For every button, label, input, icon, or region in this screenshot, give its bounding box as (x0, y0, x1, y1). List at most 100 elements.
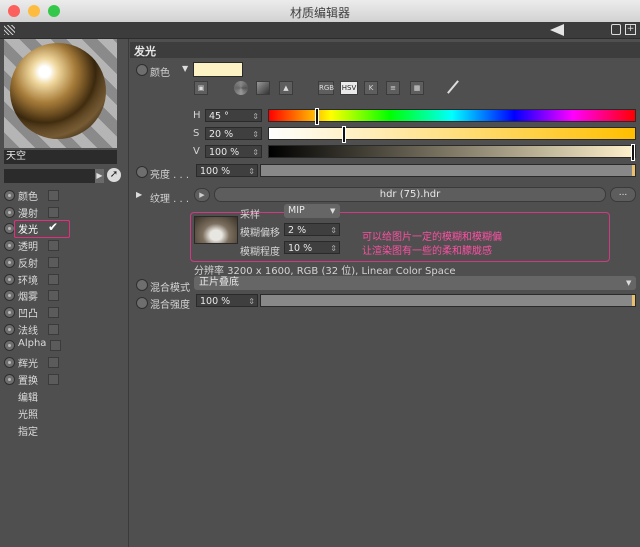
blur-offset-label: 模糊偏移 (240, 228, 280, 239)
extra-item[interactable]: 指定 (18, 423, 38, 438)
channel-row[interactable]: 法线 (4, 321, 124, 338)
brightness-input[interactable]: 100 % (196, 164, 258, 178)
texture-thumbnail[interactable] (194, 216, 238, 244)
brightness-slider[interactable] (260, 164, 636, 177)
channel-anim-radio[interactable] (4, 290, 15, 302)
play-arrow-icon[interactable]: ▶ (95, 169, 104, 183)
s-slider-handle[interactable] (342, 126, 346, 143)
channel-checkbox[interactable] (50, 340, 61, 352)
highlight-annotation-box (14, 220, 70, 238)
channel-checkbox[interactable] (48, 290, 59, 302)
channel-label[interactable]: 辉光 (18, 355, 38, 370)
channel-checkbox[interactable] (48, 190, 59, 201)
channel-checkbox[interactable] (48, 256, 59, 268)
s-slider[interactable] (268, 126, 636, 143)
texture-menu-button[interactable]: ▶ (194, 188, 210, 202)
channel-checkbox[interactable] (48, 323, 59, 335)
h-input[interactable]: 45 ° (205, 109, 262, 123)
channel-checkbox[interactable] (48, 273, 59, 285)
h-slider-handle[interactable] (315, 108, 319, 125)
v-slider[interactable] (268, 144, 636, 161)
channel-label[interactable]: 置换 (18, 372, 38, 387)
channel-anim-radio[interactable] (4, 340, 15, 352)
texture-more-button[interactable]: ... (610, 187, 636, 202)
blur-scale-input[interactable]: 10 % (284, 241, 340, 255)
channel-row[interactable]: Alpha (4, 337, 124, 354)
channel-label[interactable]: 透明 (18, 238, 38, 253)
channel-row[interactable]: 置换 (4, 371, 124, 388)
brightness-anim-radio[interactable] (136, 166, 148, 178)
channel-label[interactable]: Alpha (18, 338, 46, 349)
channel-label[interactable]: 烟雾 (18, 288, 38, 303)
v-input[interactable]: 100 % (205, 145, 262, 159)
extra-item[interactable]: 编辑 (18, 389, 38, 404)
h-slider[interactable] (268, 108, 636, 125)
channel-label[interactable]: 反射 (18, 255, 38, 270)
mixer-icon[interactable]: ≡ (386, 81, 400, 95)
s-input[interactable]: 20 % (205, 127, 262, 141)
blur-offset-input[interactable]: 2 % (284, 223, 340, 237)
channel-row[interactable]: 反射 (4, 254, 124, 271)
mix-strength-input[interactable]: 100 % (196, 294, 258, 308)
channel-anim-radio[interactable] (4, 273, 15, 285)
channel-anim-radio[interactable] (4, 323, 15, 335)
new-panel-icon[interactable]: + (625, 24, 636, 35)
sampling-dropdown-arrow-icon[interactable]: ▼ (330, 204, 335, 218)
spectrum-icon[interactable] (256, 81, 270, 95)
grip-icon[interactable] (4, 25, 15, 35)
mix-mode-dropdown[interactable]: 正片叠底 (194, 276, 636, 290)
channel-row[interactable]: 透明 (4, 237, 124, 254)
channel-label[interactable]: 漫射 (18, 205, 38, 220)
v-slider-handle[interactable] (631, 144, 635, 161)
lock-icon[interactable] (611, 24, 621, 35)
channel-label[interactable]: 法线 (18, 322, 38, 337)
swatches-icon[interactable]: ▦ (410, 81, 424, 95)
channel-label[interactable]: 环境 (18, 272, 38, 287)
mix-mode-dropdown-arrow-icon[interactable]: ▼ (626, 276, 631, 290)
picker-image-icon[interactable]: ▣ (194, 81, 208, 95)
channel-label[interactable]: 颜色 (18, 188, 38, 203)
mix-mode-anim-radio[interactable] (136, 279, 148, 291)
picture-icon[interactable]: ▲ (279, 81, 293, 95)
channel-anim-radio[interactable] (4, 357, 15, 368)
channel-checkbox[interactable] (48, 306, 59, 318)
color-wheel-icon[interactable] (234, 81, 248, 95)
mode-rgb-button[interactable]: RGB (318, 81, 334, 95)
mode-hsv-button[interactable]: HSV (340, 81, 358, 95)
channel-anim-radio[interactable] (4, 206, 15, 218)
material-preview[interactable] (4, 39, 117, 148)
channel-row[interactable]: 烟雾 (4, 287, 124, 304)
channel-row[interactable]: 环境 (4, 271, 124, 288)
mix-strength-slider[interactable] (260, 294, 636, 307)
channel-row[interactable]: 漫射 (4, 204, 124, 221)
channel-anim-radio[interactable] (4, 190, 15, 201)
mix-strength-anim-radio[interactable] (136, 297, 148, 309)
eyedropper-icon[interactable] (447, 80, 459, 94)
channel-anim-radio[interactable] (4, 240, 15, 252)
channel-checkbox[interactable] (48, 240, 59, 252)
pointer-tool-icon[interactable]: ➚ (107, 168, 121, 182)
channel-checkbox[interactable] (48, 206, 59, 218)
color-label: 颜色 (150, 68, 170, 79)
extra-item[interactable]: 光照 (18, 406, 38, 421)
channel-anim-radio[interactable] (4, 306, 15, 318)
color-anim-radio[interactable] (136, 64, 148, 76)
mode-k-button[interactable]: K (364, 81, 378, 95)
channel-anim-radio[interactable] (4, 256, 15, 268)
channel-anim-radio[interactable] (4, 373, 15, 385)
channel-checkbox[interactable] (48, 373, 59, 385)
color-expand-arrow-icon[interactable]: ▼ (182, 64, 188, 73)
back-arrow-icon[interactable] (550, 24, 564, 36)
texture-expand-arrow-icon[interactable]: ▶ (136, 190, 142, 199)
brightness-slider-end (632, 165, 635, 176)
channel-checkbox[interactable] (48, 357, 59, 368)
channel-label[interactable]: 凹凸 (18, 305, 38, 320)
channel-row[interactable]: 凹凸 (4, 304, 124, 321)
channel-row[interactable]: 颜色 (4, 187, 124, 204)
texture-file-button[interactable]: hdr (75).hdr (214, 187, 606, 202)
channel-filter-input[interactable] (4, 169, 95, 183)
material-name[interactable]: 天空 (4, 150, 117, 164)
annotation-note-line2: 让渲染图有一些的柔和朦胧感 (362, 246, 492, 257)
color-swatch[interactable] (193, 62, 243, 77)
channel-row[interactable]: 辉光 (4, 354, 124, 371)
